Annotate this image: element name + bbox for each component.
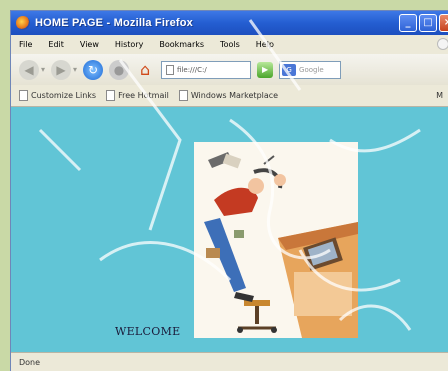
status-bar: Done [11,352,448,371]
office-illustration [194,142,358,338]
title-bar[interactable]: HOME PAGE - Mozilla Firefox _ □ × [11,11,448,35]
menu-bookmarks[interactable]: Bookmarks [159,40,204,49]
stop-button[interactable]: ● [109,59,130,80]
back-dropdown-icon[interactable]: ▾ [41,65,45,74]
home-button[interactable]: ⌂ [135,60,155,80]
office-illustration-image [204,152,358,338]
page-icon [166,64,175,75]
bookmark-customize-links[interactable]: Customize Links [19,90,96,101]
home-icon: ⌂ [139,60,151,79]
bookmark-free-hotmail[interactable]: Free Hotmail [106,90,169,101]
forward-button[interactable]: ▶ [51,59,72,80]
bookmarks-toolbar: Customize Links Free Hotmail Windows Mar… [11,85,448,107]
close-button[interactable]: × [439,14,448,32]
page-content: WELCOME [11,107,448,352]
menu-tools[interactable]: Tools [220,40,240,49]
maximize-button[interactable]: □ [419,14,437,32]
outer-frame: HOME PAGE - Mozilla Firefox _ □ × File E… [0,0,448,371]
browser-window: HOME PAGE - Mozilla Firefox _ □ × File E… [10,10,448,371]
menu-edit[interactable]: Edit [48,40,64,49]
menu-help[interactable]: Help [256,40,274,49]
bookmark-page-icon [106,90,116,101]
bookmarks-more[interactable]: M [436,91,443,100]
go-button[interactable]: ▶ [257,61,274,78]
go-icon: ▶ [261,64,269,74]
bookmark-windows-marketplace[interactable]: Windows Marketplace [178,90,279,101]
stop-icon: ● [113,62,125,77]
bookmark-page-icon [178,90,188,101]
minimize-button[interactable]: _ [399,14,417,32]
bookmark-page-icon [19,90,28,101]
url-text: file:///C:/ [177,65,207,74]
welcome-text: WELCOME [115,325,181,338]
window-title: HOME PAGE - Mozilla Firefox [35,17,193,29]
reload-icon: ↻ [88,62,99,77]
back-icon: ◀ [24,62,34,77]
bookmark-label: Free Hotmail [118,91,169,100]
forward-dropdown-icon[interactable]: ▾ [73,65,77,74]
bookmark-label: Windows Marketplace [190,91,279,100]
bookmark-label: Customize Links [31,91,97,100]
menu-view[interactable]: View [80,40,99,49]
menu-history[interactable]: History [115,40,143,49]
search-engine-icon[interactable]: G [282,63,297,76]
back-button[interactable]: ◀ [19,59,39,80]
menu-file[interactable]: File [19,40,32,49]
firefox-icon [16,16,30,30]
url-bar[interactable]: file:///C:/ [161,60,252,79]
search-box[interactable]: G Google [279,60,342,79]
navigation-toolbar: ◀ ▾ ▶ ▾ ↻ ● ⌂ file:///C:/ ▶ G Google [11,54,448,85]
forward-icon: ▶ [56,62,66,77]
search-placeholder: Google [299,65,324,74]
status-text: Done [19,358,41,367]
reload-button[interactable]: ↻ [83,59,104,80]
menu-bar: File Edit View History Bookmarks Tools H… [11,35,448,54]
window-controls: _ □ × [399,14,448,32]
throbber-icon [437,38,448,50]
